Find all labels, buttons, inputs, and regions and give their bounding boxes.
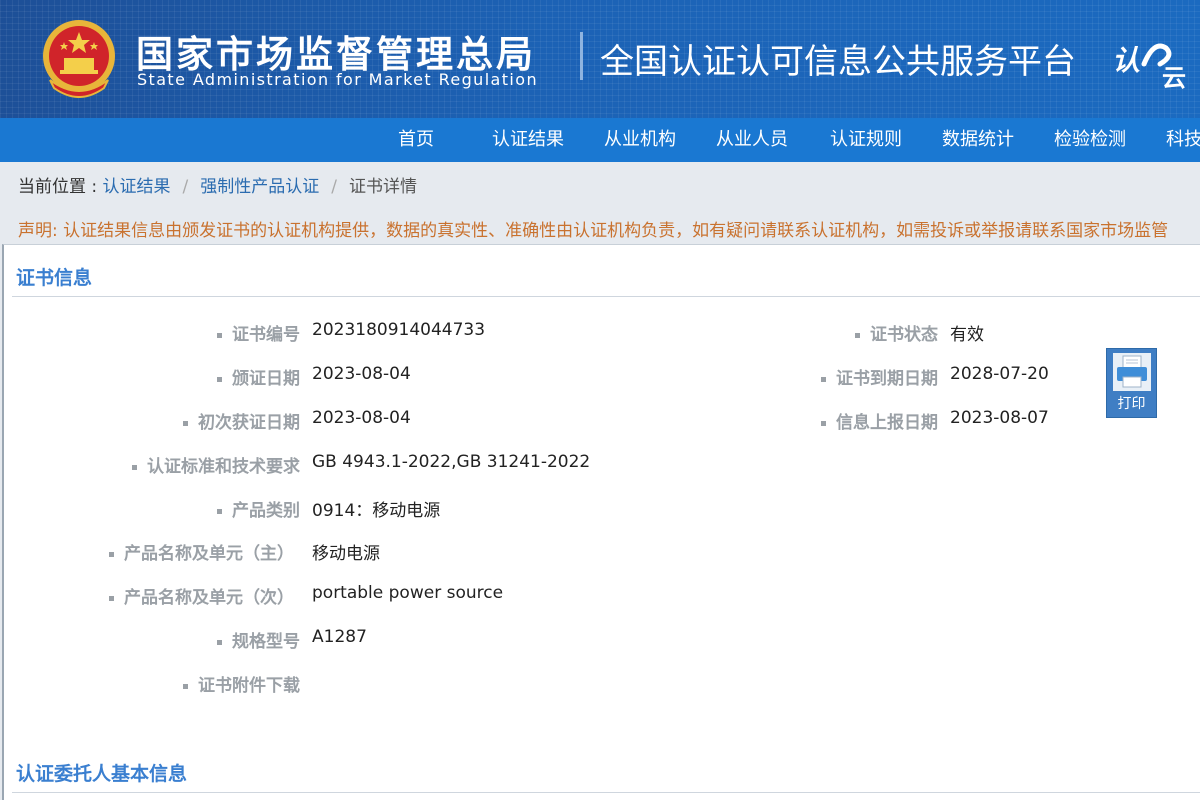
field-value-issue-date: 2023-08-04 <box>312 364 411 384</box>
nav-item-tech[interactable]: 科技 <box>1166 118 1200 162</box>
field-label-issue-date: 颁证日期 <box>217 364 300 389</box>
field-value-report-date: 2023-08-07 <box>950 408 1049 428</box>
field-value-cert-status: 有效 <box>950 325 984 345</box>
field-value-first-issue-date: 2023-08-04 <box>312 408 411 428</box>
nav-item-statistics[interactable]: 数据统计 <box>942 118 1014 162</box>
field-label-report-date: 信息上报日期 <box>821 408 938 433</box>
logo-text-ren: 认 <box>1112 44 1140 77</box>
breadcrumb-link-cert-results[interactable]: 认证结果 <box>103 177 171 197</box>
breadcrumb: 当前位置 : 认证结果 / 强制性产品认证 / 证书详情 <box>18 172 417 197</box>
nav-item-home[interactable]: 首页 <box>398 118 434 162</box>
field-label-first-issue-date: 初次获证日期 <box>183 408 300 433</box>
nav-item-rules[interactable]: 认证规则 <box>830 118 902 162</box>
nav-item-institutions[interactable]: 从业机构 <box>604 118 676 162</box>
breadcrumb-prefix: 当前位置 : <box>18 177 103 197</box>
field-value-model: A1287 <box>312 627 367 647</box>
nav-item-cert-results[interactable]: 认证结果 <box>492 118 564 162</box>
field-value-standards: GB 4943.1-2022,GB 31241-2022 <box>312 452 591 472</box>
field-value-product-name-sub: portable power source <box>312 583 504 603</box>
field-value-expiry-date: 2028-07-20 <box>950 364 1049 384</box>
field-label-expiry-date: 证书到期日期 <box>821 364 938 389</box>
breadcrumb-link-ccc[interactable]: 强制性产品认证 <box>200 177 319 197</box>
agency-name-en: State Administration for Market Regulati… <box>137 70 539 89</box>
breadcrumb-separator: / <box>331 177 338 197</box>
nav-item-personnel[interactable]: 从业人员 <box>716 118 788 162</box>
header-divider <box>580 32 583 80</box>
field-label-product-name-sub: 产品名称及单元（次） <box>109 583 294 608</box>
breadcrumb-separator: / <box>182 177 189 197</box>
section-title-applicant: 认证委托人基本信息 <box>16 763 188 785</box>
print-button-label: 打印 <box>1117 396 1146 412</box>
field-label-cert-status: 证书状态 <box>855 320 938 345</box>
nav-item-testing[interactable]: 检验检测 <box>1054 118 1126 162</box>
field-label-product-name-main: 产品名称及单元（主） <box>109 539 294 564</box>
section-divider <box>12 296 1200 297</box>
logo-text-yun: 云 <box>1162 64 1186 90</box>
certificate-card: 证书信息 证书编号 2023180914044733 颁证日期 2023-08-… <box>2 244 1200 800</box>
site-header: 国家市场监督管理总局 State Administration for Mark… <box>0 0 1200 118</box>
national-emblem-icon <box>43 20 115 98</box>
field-label-product-category: 产品类别 <box>217 496 300 521</box>
renyun-logo: 认 云 <box>1112 43 1186 90</box>
field-label-attachment: 证书附件下载 <box>183 671 300 696</box>
print-button[interactable]: 打印 <box>1106 348 1157 418</box>
section-divider <box>12 792 1200 793</box>
field-value-product-name-main: 移动电源 <box>312 544 380 564</box>
main-nav: 首页 认证结果 从业机构 从业人员 认证规则 数据统计 检验检测 科技 <box>0 118 1200 162</box>
section-title-certificate: 证书信息 <box>16 267 93 289</box>
breadcrumb-current: 证书详情 <box>349 177 418 197</box>
platform-title: 全国认证认可信息公共服务平台 <box>600 42 1076 82</box>
field-label-cert-no: 证书编号 <box>217 320 300 345</box>
field-label-standards: 认证标准和技术要求 <box>132 452 300 477</box>
printer-icon <box>1113 353 1151 391</box>
disclaimer-notice: 声明: 认证结果信息由颁发证书的认证机构提供，数据的真实性、准确性由认证机构负责… <box>18 221 1169 241</box>
field-value-product-category: 0914：移动电源 <box>312 501 441 521</box>
field-value-cert-no: 2023180914044733 <box>312 320 486 340</box>
field-label-model: 规格型号 <box>217 627 300 652</box>
